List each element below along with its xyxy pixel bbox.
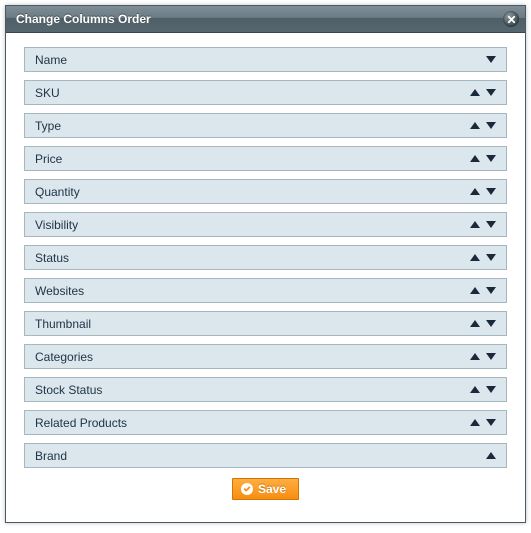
move-up-icon[interactable] [470, 287, 480, 294]
row-arrows [470, 353, 496, 360]
dialog-footer: Save [24, 478, 507, 514]
move-up-icon[interactable] [486, 452, 496, 459]
dialog-body: Name SKU Type Price Quantity Visibility Status… [6, 33, 525, 522]
close-icon[interactable] [503, 11, 519, 27]
column-row[interactable]: Status [24, 245, 507, 270]
row-arrows [486, 452, 496, 459]
row-arrows [486, 56, 496, 63]
move-down-icon[interactable] [486, 56, 496, 63]
column-label: Status [35, 251, 69, 265]
column-row[interactable]: Related Products [24, 410, 507, 435]
column-row[interactable]: Stock Status [24, 377, 507, 402]
move-up-icon[interactable] [470, 254, 480, 261]
row-arrows [470, 287, 496, 294]
row-arrows [470, 89, 496, 96]
move-up-icon[interactable] [470, 221, 480, 228]
dialog-title: Change Columns Order [16, 12, 151, 26]
dialog-header: Change Columns Order [6, 6, 525, 33]
column-row[interactable]: Brand [24, 443, 507, 468]
column-row[interactable]: Categories [24, 344, 507, 369]
column-label: Websites [35, 284, 84, 298]
column-label: Type [35, 119, 61, 133]
move-up-icon[interactable] [470, 188, 480, 195]
column-label: Price [35, 152, 62, 166]
columns-list: Name SKU Type Price Quantity Visibility Status… [24, 47, 507, 468]
column-row[interactable]: Thumbnail [24, 311, 507, 336]
move-up-icon[interactable] [470, 353, 480, 360]
move-up-icon[interactable] [470, 386, 480, 393]
column-label: Name [35, 53, 67, 67]
column-label: Categories [35, 350, 93, 364]
row-arrows [470, 122, 496, 129]
column-label: Stock Status [35, 383, 102, 397]
move-up-icon[interactable] [470, 155, 480, 162]
row-arrows [470, 188, 496, 195]
move-down-icon[interactable] [486, 89, 496, 96]
row-arrows [470, 254, 496, 261]
column-label: SKU [35, 86, 60, 100]
row-arrows [470, 419, 496, 426]
move-down-icon[interactable] [486, 122, 496, 129]
move-down-icon[interactable] [486, 386, 496, 393]
move-up-icon[interactable] [470, 89, 480, 96]
row-arrows [470, 155, 496, 162]
move-down-icon[interactable] [486, 419, 496, 426]
move-up-icon[interactable] [470, 320, 480, 327]
move-down-icon[interactable] [486, 320, 496, 327]
move-down-icon[interactable] [486, 155, 496, 162]
move-down-icon[interactable] [486, 287, 496, 294]
column-label: Brand [35, 449, 67, 463]
column-label: Quantity [35, 185, 80, 199]
check-icon [241, 483, 253, 495]
move-up-icon[interactable] [470, 419, 480, 426]
column-row[interactable]: Name [24, 47, 507, 72]
column-row[interactable]: Quantity [24, 179, 507, 204]
column-row[interactable]: SKU [24, 80, 507, 105]
row-arrows [470, 386, 496, 393]
move-down-icon[interactable] [486, 221, 496, 228]
move-down-icon[interactable] [486, 254, 496, 261]
row-arrows [470, 221, 496, 228]
row-arrows [470, 320, 496, 327]
column-label: Visibility [35, 218, 78, 232]
column-label: Related Products [35, 416, 127, 430]
save-button[interactable]: Save [232, 478, 299, 500]
move-down-icon[interactable] [486, 353, 496, 360]
move-down-icon[interactable] [486, 188, 496, 195]
save-button-label: Save [258, 482, 286, 496]
change-columns-order-dialog: Change Columns Order Name SKU Type Price Qua… [5, 5, 526, 523]
column-label: Thumbnail [35, 317, 91, 331]
column-row[interactable]: Type [24, 113, 507, 138]
column-row[interactable]: Price [24, 146, 507, 171]
column-row[interactable]: Websites [24, 278, 507, 303]
column-row[interactable]: Visibility [24, 212, 507, 237]
move-up-icon[interactable] [470, 122, 480, 129]
